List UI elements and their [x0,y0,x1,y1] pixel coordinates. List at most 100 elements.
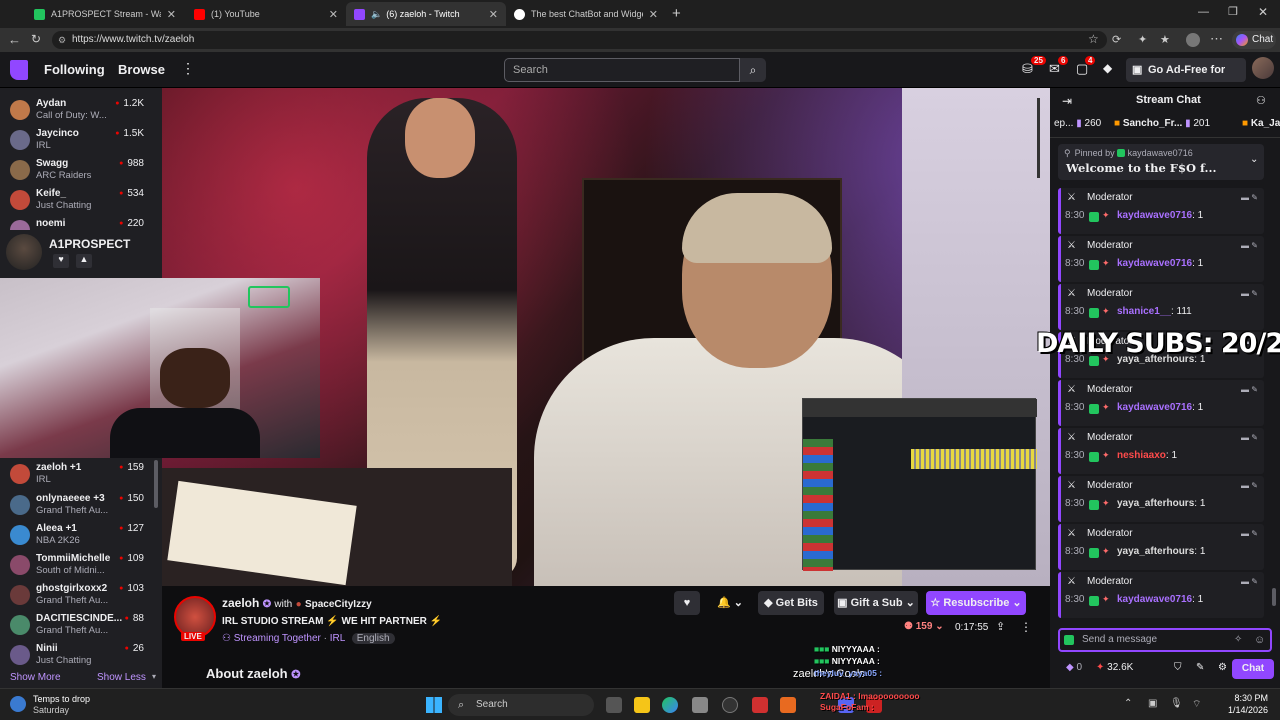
extensions-puzzle-icon[interactable]: ✦ [1138,33,1147,46]
close-tab-icon[interactable]: ✕ [167,8,176,21]
profile-avatar[interactable] [1186,33,1200,47]
new-tab-icon[interactable]: + [672,5,681,22]
app-icon[interactable] [780,697,796,713]
weather-icon[interactable] [10,696,26,712]
maximize-icon[interactable]: ❐ [1228,5,1238,18]
magic-wand-icon[interactable]: ✧ [1234,630,1242,650]
nav-browse[interactable]: Browse [118,62,165,77]
clock-time[interactable]: 8:30 PM [1210,693,1268,703]
nav-following[interactable]: Following [44,62,105,77]
chat-message[interactable]: ⚔ Moderator ▬ ✎ 8:30 ✦ kaydawave0716: 1 [1058,572,1264,618]
message-username[interactable]: yaya_afterhours: 1 [1117,546,1205,557]
extension-icon[interactable]: ⟳ [1112,33,1121,46]
sidebar-channel[interactable]: TommiiMichelle South of Midni... 109 [0,551,160,581]
chat-message[interactable]: ⚔ Moderator ▬ ✎ 8:30 ✦ yaya_afterhours: 1 [1058,524,1264,570]
chat-message[interactable]: ⚔ Moderator ▬ ✎ 8:30 ✦ yaya_afterhours: 1 [1058,476,1264,522]
sidebar-scrollbar[interactable] [154,460,158,508]
search-button[interactable]: ⌕ [740,58,766,82]
bits-icon[interactable]: ◆ [1103,61,1112,75]
language-tag[interactable]: English [351,633,395,644]
chat-message[interactable]: ⚔ Moderator ▬ ✎ 8:30 ✦ kaydawave0716: 1 [1058,188,1264,234]
chat-message[interactable]: ⚔ Moderator ▬ ✎ 8:30 ✦ shanice1__: 111 [1058,284,1264,330]
sidebar-channel[interactable]: ghostgirlxoxx2 Grand Theft Au... 103 [0,581,160,611]
bell-icon[interactable]: ▲ [76,254,92,268]
copilot-chat-button[interactable]: Chat [1232,31,1276,49]
more-options-icon[interactable]: ⋮ [1020,620,1032,634]
gear-icon[interactable]: ⚙ [1218,662,1227,673]
show-less-link[interactable]: Show Less [97,672,146,683]
sidebar-channel[interactable]: Ninii Just Chatting 26 [0,641,160,671]
file-explorer-icon[interactable] [634,697,650,713]
pip-channel-name[interactable]: A1PROSPECT [49,237,130,251]
site-info-icon[interactable]: ⚙ [58,31,66,49]
sidebar-channel[interactable]: Swagg ARC Raiders 988 [0,156,160,186]
shield-icon[interactable]: ⛉ [1174,662,1182,673]
chat-message[interactable]: ⚔ Moderator ▬ ✎ 8:30 ✦ kaydawave0716: 1 [1058,236,1264,282]
url-field[interactable]: ⚙ https://www.twitch.tv/zaeloh [52,31,1107,49]
more-menu-icon[interactable]: ⋯ [1210,31,1223,47]
community-icon[interactable]: ⚇ [1256,94,1266,107]
close-tab-icon[interactable]: ✕ [489,8,498,21]
collapse-icon[interactable]: ▾ [152,672,156,681]
twitch-logo-icon[interactable] [10,60,28,80]
reload-icon[interactable]: ↻ [31,32,41,46]
sidebar-channel[interactable]: Aleea +1 NBA 2K26 127 [0,521,160,551]
favorites-icon[interactable]: ★ [1160,33,1170,46]
chat-scrollbar[interactable] [1272,588,1276,606]
clock-date[interactable]: 1/14/2026 [1210,705,1268,715]
heart-icon[interactable]: ♥ [53,254,69,268]
chat-message[interactable]: ⚔ Moderator ▬ ✎ 8:30 ✦ neshiaaxo: 1 [1058,428,1264,474]
pencil-icon[interactable]: ✎ [1196,662,1204,673]
taskbar-search[interactable]: ⌕ Search [448,694,594,716]
sidebar-channel[interactable]: DACITIESCINDE... Grand Theft Au... 88 [0,611,160,641]
tray-app-icon[interactable]: ▣ [1148,698,1157,709]
sidebar-channel[interactable]: onlynaeeee +3 Grand Theft Au... 150 [0,491,160,521]
edge-icon[interactable] [662,697,678,713]
message-username[interactable]: shanice1__: 111 [1117,306,1192,317]
tray-overflow-icon[interactable]: ⌃ [1124,698,1132,709]
message-actions-icon[interactable]: ▬ ✎ [1241,289,1258,298]
bookmark-star-icon[interactable]: ☆ [1088,32,1099,46]
category-link[interactable]: IRL [330,633,345,644]
chat-send-button[interactable]: Chat [1232,659,1274,679]
message-actions-icon[interactable]: ▬ ✎ [1241,433,1258,442]
emote-icon[interactable]: ☺ [1254,630,1265,650]
message-actions-icon[interactable]: ▬ ✎ [1241,385,1258,394]
message-username[interactable]: neshiaaxo: 1 [1117,450,1177,461]
app-icon[interactable] [722,697,738,713]
message-actions-icon[interactable]: ▬ ✎ [1241,577,1258,586]
close-tab-icon[interactable]: ✕ [649,8,658,21]
streaming-together-link[interactable]: Streaming Together [234,633,321,644]
sidebar-channel[interactable]: Keife_ Just Chatting 534 [0,186,160,216]
sidebar-channel[interactable]: Aydan Call of Duty: W... 1.2K [0,96,160,126]
message-actions-icon[interactable]: ▬ ✎ [1241,193,1258,202]
store-icon[interactable] [692,697,708,713]
wifi-icon[interactable]: ⌔ [1192,698,1201,711]
nav-more-icon[interactable]: ⋮ [181,60,195,77]
chat-input[interactable]: Send a message ✧ ☺ [1058,628,1272,652]
start-icon[interactable] [426,697,442,713]
back-icon[interactable]: ← [8,32,21,47]
channel-points-icon[interactable]: ✦ [1096,662,1104,673]
resubscribe-button[interactable]: ☆ Resubscribe ⌄ [926,591,1026,615]
user-avatar[interactable] [1252,57,1274,79]
message-actions-icon[interactable]: ▬ ✎ [1241,481,1258,490]
sidebar-channel[interactable]: noemi 220 [0,216,160,230]
sidebar-channel[interactable]: zaeloh +1 IRL 159 [0,460,160,490]
speaker-icon[interactable]: 🔈 [371,9,382,20]
task-view-icon[interactable] [606,697,622,713]
app-icon[interactable] [752,697,768,713]
close-window-icon[interactable]: ✕ [1258,5,1268,19]
message-actions-icon[interactable]: ▬ ✎ [1241,241,1258,250]
message-username[interactable]: kaydawave0716: 1 [1117,210,1203,221]
ad-free-button[interactable]: ▣ Go Ad-Free for Free [1126,58,1246,100]
message-username[interactable]: yaya_afterhours: 1 [1117,498,1205,509]
pinned-message[interactable]: ⚲ Pinned by kaydawave0716 Welcome to the … [1058,144,1264,180]
chevron-down-icon[interactable]: ⌄ [1250,154,1258,165]
bits-icon[interactable]: ◆ [1066,662,1074,673]
weather-text[interactable]: Temps to drop [33,694,90,704]
collab-name[interactable]: SpaceCityIzzy [305,599,372,610]
message-username[interactable]: kaydawave0716: 1 [1117,258,1203,269]
search-input[interactable]: Search [504,58,740,82]
sidebar-channel[interactable]: Jaycinco IRL 1.5K [0,126,160,156]
